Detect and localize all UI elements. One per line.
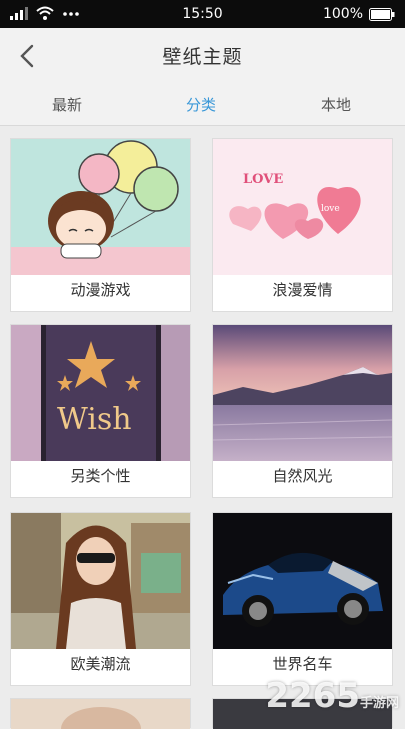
category-card-nature[interactable]: 自然风光 [212,324,393,498]
battery-percent: 100% [322,6,363,22]
category-grid: 动漫游戏 LOVE love 浪漫爱情 Wish 另类个性 自然风光 欧美潮流 … [0,126,405,729]
category-label: 欧美潮流 [70,655,131,673]
page-title: 壁纸主题 [162,46,243,68]
category-label: 世界名车 [272,655,333,673]
category-label: 自然风光 [272,467,333,485]
category-card-partial[interactable] [10,698,191,729]
partial-image [11,699,190,729]
battery-icon [369,7,395,21]
category-card-alternative[interactable]: Wish 另类个性 [10,324,191,498]
cartoon-girl-image [11,139,190,275]
watermark-logo: 2265手游网 [265,676,399,716]
category-card-cars[interactable]: 世界名车 [212,512,393,686]
lake-mountains-image [213,325,392,461]
wish-bottle-image: Wish [11,325,190,461]
svg-text:Wish: Wish [57,402,132,437]
app-header: 壁纸主题 [0,28,405,83]
tab-bar: 最新 分类 本地 [0,83,405,126]
sports-car-image [213,513,392,649]
status-right: 100% [323,6,395,22]
category-label: 另类个性 [70,467,131,485]
street-girl-image [11,513,190,649]
category-label: 动漫游戏 [70,281,131,299]
status-bar: 15:50 100% [0,0,405,28]
tab-category[interactable]: 分类 [186,94,216,115]
tab-latest[interactable]: 最新 [52,94,82,115]
tab-local[interactable]: 本地 [321,94,351,115]
watermark-main: 2265 [265,676,360,716]
category-card-fashion[interactable]: 欧美潮流 [10,512,191,686]
love-hearts-image: LOVE love [213,139,392,275]
svg-text:love: love [321,204,340,214]
category-card-romance[interactable]: LOVE love 浪漫爱情 [212,138,393,312]
category-label: 浪漫爱情 [272,281,333,299]
watermark-sub: 手游网 [359,696,399,711]
svg-text:LOVE: LOVE [243,172,283,187]
category-card-anime[interactable]: 动漫游戏 [10,138,191,312]
